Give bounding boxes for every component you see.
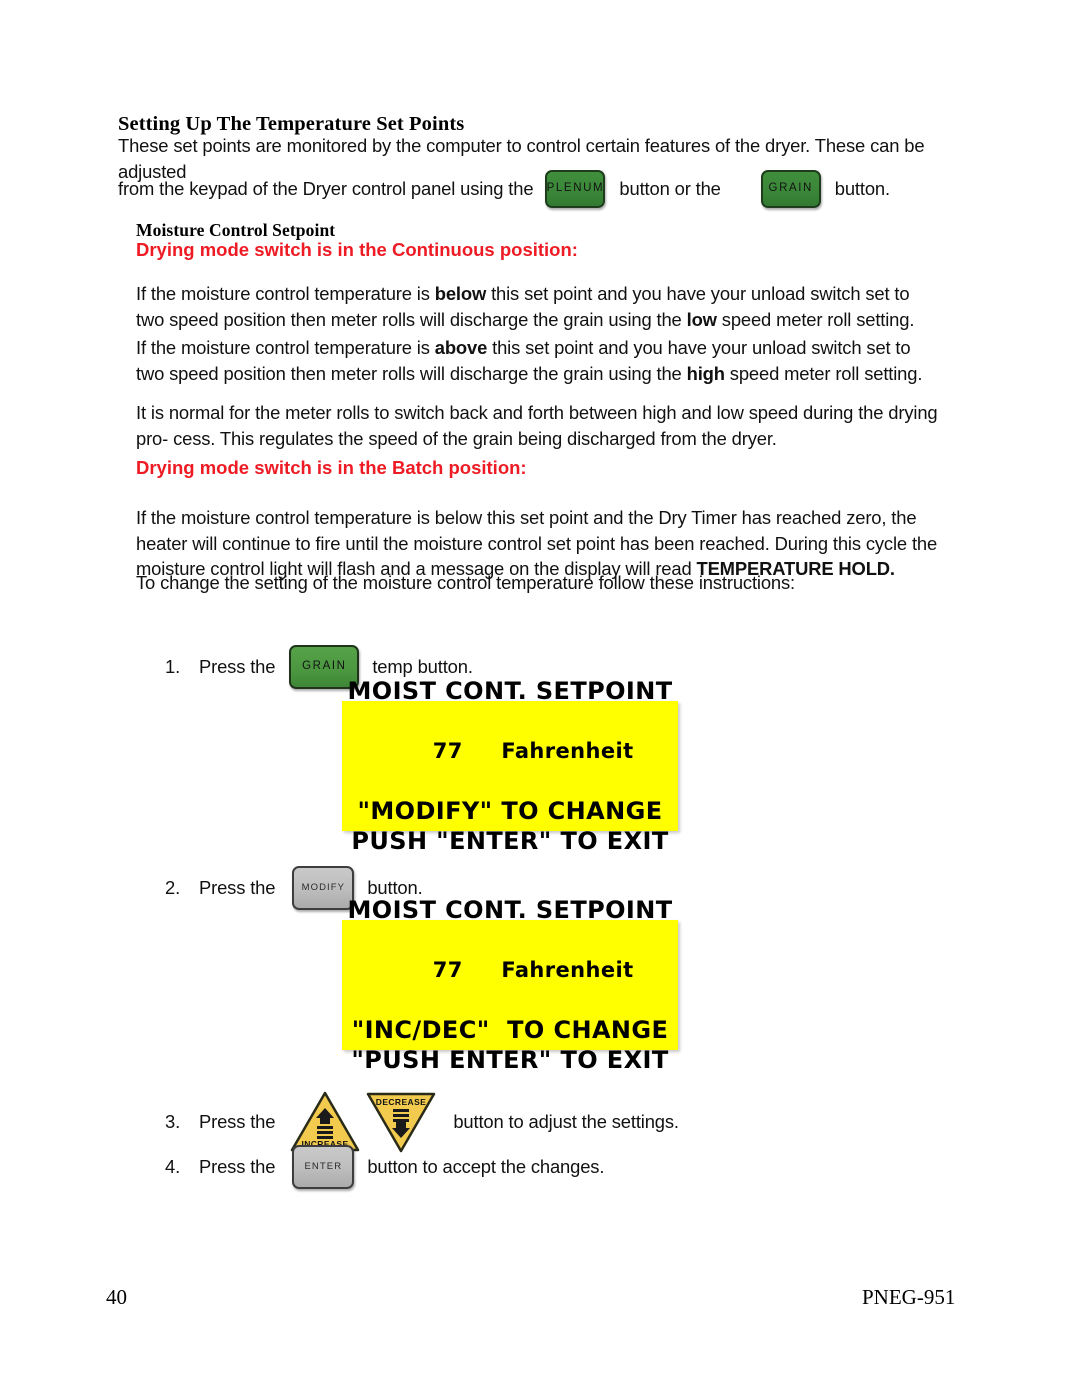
step-1-number: 1. bbox=[165, 656, 181, 677]
enter-button-label: ENTER bbox=[304, 1161, 343, 1173]
svg-text:DECREASE: DECREASE bbox=[376, 1097, 426, 1107]
lcd2-line4: "PUSH ENTER" TO EXIT bbox=[351, 1046, 669, 1074]
lcd2-line1: MOIST CONT. SETPOINT bbox=[347, 896, 673, 924]
paragraph-normal: It is normal for the meter rolls to swit… bbox=[136, 400, 946, 451]
lcd1-line4: PUSH "ENTER" TO EXIT bbox=[351, 827, 669, 855]
lcd2-value-row: 77 Fahrenheit bbox=[386, 925, 633, 1015]
red-heading-continuous: Drying mode switch is in the Continuous … bbox=[136, 239, 578, 260]
para-below-bold1: below bbox=[434, 283, 487, 304]
lcd1-value: 77 bbox=[432, 739, 463, 763]
lcd1-line3: "MODIFY" TO CHANGE bbox=[357, 797, 663, 825]
step-4-post: button to accept the changes. bbox=[367, 1156, 605, 1177]
step-1-pre: Press the bbox=[199, 656, 276, 677]
step-2-pre: Press the bbox=[199, 877, 276, 898]
lcd1-value-row: 77 Fahrenheit bbox=[386, 706, 633, 796]
intro-line2-post: button. bbox=[834, 178, 890, 199]
paragraph-above: If the moisture control temperature is a… bbox=[136, 335, 936, 386]
para-above-text1: If the moisture control temperature is bbox=[136, 337, 435, 358]
intro-line2-mid: button or the bbox=[619, 178, 721, 199]
lcd2-unit: Fahrenheit bbox=[501, 958, 634, 982]
lcd-display-1: MOIST CONT. SETPOINT 77 Fahrenheit "MODI… bbox=[342, 677, 678, 855]
lcd2-line3: "INC/DEC" TO CHANGE bbox=[351, 1016, 669, 1044]
intro-line2-pre: from the keypad of the Dryer control pan… bbox=[118, 178, 534, 199]
para-normal-line2: cess. This regulates the speed of the gr… bbox=[173, 427, 777, 449]
plenum-button-label: PLENUM bbox=[546, 182, 605, 195]
paragraph-change-intro: To change the setting of the moisture co… bbox=[136, 572, 796, 593]
step-4-pre: Press the bbox=[199, 1156, 276, 1177]
grain-button-label: GRAIN bbox=[768, 182, 813, 195]
step-4-number: 4. bbox=[165, 1156, 181, 1177]
para-below-bold2: low bbox=[686, 308, 717, 330]
document-page: Setting Up The Temperature Set Points Th… bbox=[0, 0, 1080, 1397]
footer-page-number: 40 bbox=[106, 1285, 127, 1309]
lcd1-unit: Fahrenheit bbox=[501, 739, 634, 763]
grain-temp-button-label: GRAIN bbox=[302, 660, 347, 673]
subsection-title: Moisture Control Setpoint bbox=[136, 220, 336, 240]
lcd-display-2: MOIST CONT. SETPOINT 77 Fahrenheit "INC/… bbox=[342, 896, 678, 1074]
para-below-text1: If the moisture control temperature is bbox=[136, 283, 435, 304]
modify-button-label: MODIFY bbox=[301, 882, 346, 894]
step-3-post: button to adjust the settings. bbox=[453, 1111, 679, 1132]
footer-doc-code: PNEG-951 bbox=[862, 1285, 956, 1309]
enter-button[interactable]: ENTER bbox=[292, 1145, 355, 1189]
red-heading-batch: Drying mode switch is in the Batch posit… bbox=[136, 457, 527, 478]
modify-button[interactable]: MODIFY bbox=[292, 866, 355, 910]
step-3-number: 3. bbox=[165, 1111, 181, 1132]
lcd2-value: 77 bbox=[432, 958, 463, 982]
intro-paragraph-line2: from the keypad of the Dryer control pan… bbox=[118, 170, 890, 208]
para-above-text3: position then meter rolls will discharge… bbox=[223, 362, 687, 384]
para-above-bold2: high bbox=[686, 362, 725, 384]
lcd1-line1: MOIST CONT. SETPOINT bbox=[347, 677, 673, 705]
paragraph-below: If the moisture control temperature is b… bbox=[136, 281, 936, 332]
para-below-text4: speed meter roll setting. bbox=[716, 308, 915, 330]
step-3-pre: Press the bbox=[199, 1111, 276, 1132]
grain-button[interactable]: GRAIN bbox=[760, 170, 821, 208]
plenum-button[interactable]: PLENUM bbox=[545, 170, 606, 208]
para-below-text3: position then meter rolls will discharge… bbox=[223, 308, 687, 330]
para-above-text4: speed meter roll setting. bbox=[724, 362, 923, 384]
step-4: 4. Press the ENTER button to accept the … bbox=[165, 1145, 604, 1189]
step-2-number: 2. bbox=[165, 877, 181, 898]
para-above-bold1: above bbox=[434, 337, 488, 358]
step-1-post: temp button. bbox=[372, 656, 473, 677]
